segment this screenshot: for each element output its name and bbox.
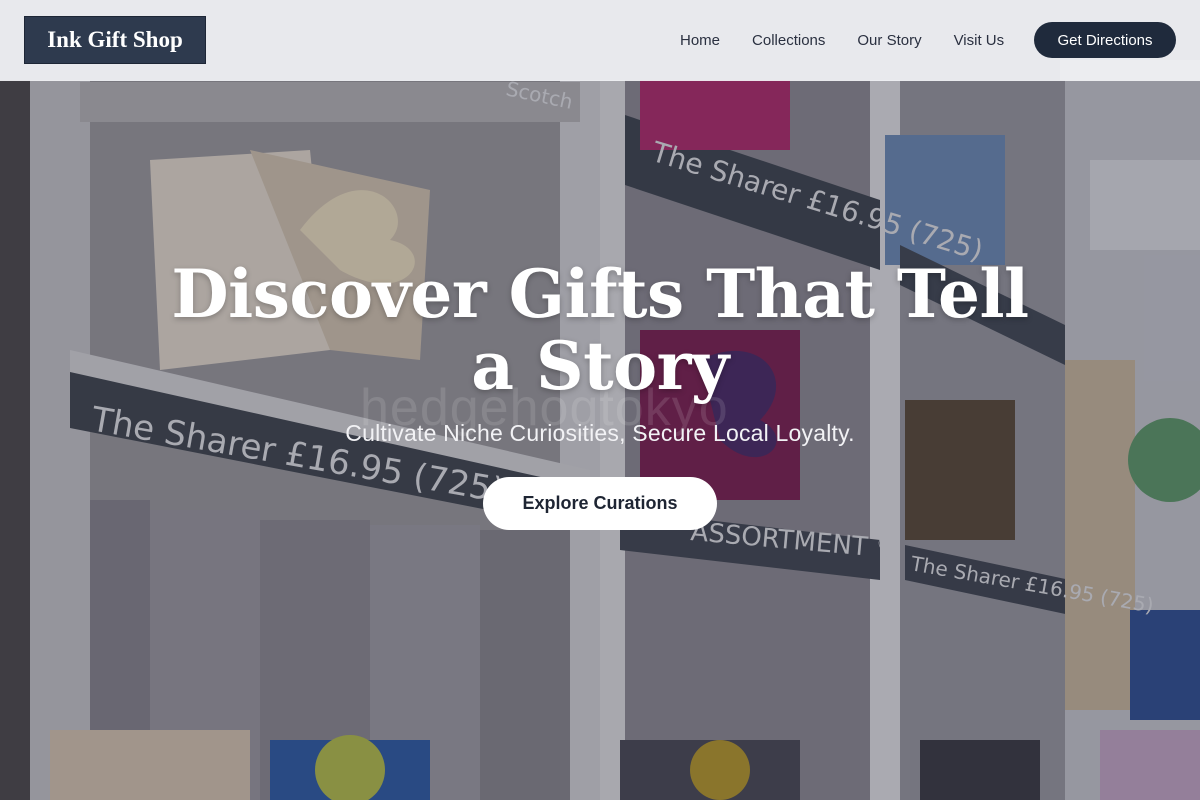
top-navigation-bar: Ink Gift Shop Home Collections Our Story… xyxy=(0,0,1200,81)
nav-link-collections[interactable]: Collections xyxy=(736,32,841,49)
main-nav: Home Collections Our Story Visit Us xyxy=(664,0,1020,81)
nav-link-our-story[interactable]: Our Story xyxy=(841,32,937,49)
hero-subtitle: Cultivate Niche Curiosities, Secure Loca… xyxy=(345,420,855,446)
hero-section: The Sharer £16.95 (725) The Sharer £16.9… xyxy=(0,0,1200,800)
hero-title: Discover Gifts That Tell a Story xyxy=(171,255,1029,405)
site-logo[interactable]: Ink Gift Shop xyxy=(24,16,206,64)
hero-content: Discover Gifts That Tell a Story Cultiva… xyxy=(0,258,1200,530)
nav-link-visit-us[interactable]: Visit Us xyxy=(938,32,1021,49)
get-directions-button[interactable]: Get Directions xyxy=(1034,22,1176,58)
explore-curations-button[interactable]: Explore Curations xyxy=(483,477,717,530)
nav-link-home[interactable]: Home xyxy=(664,32,736,49)
